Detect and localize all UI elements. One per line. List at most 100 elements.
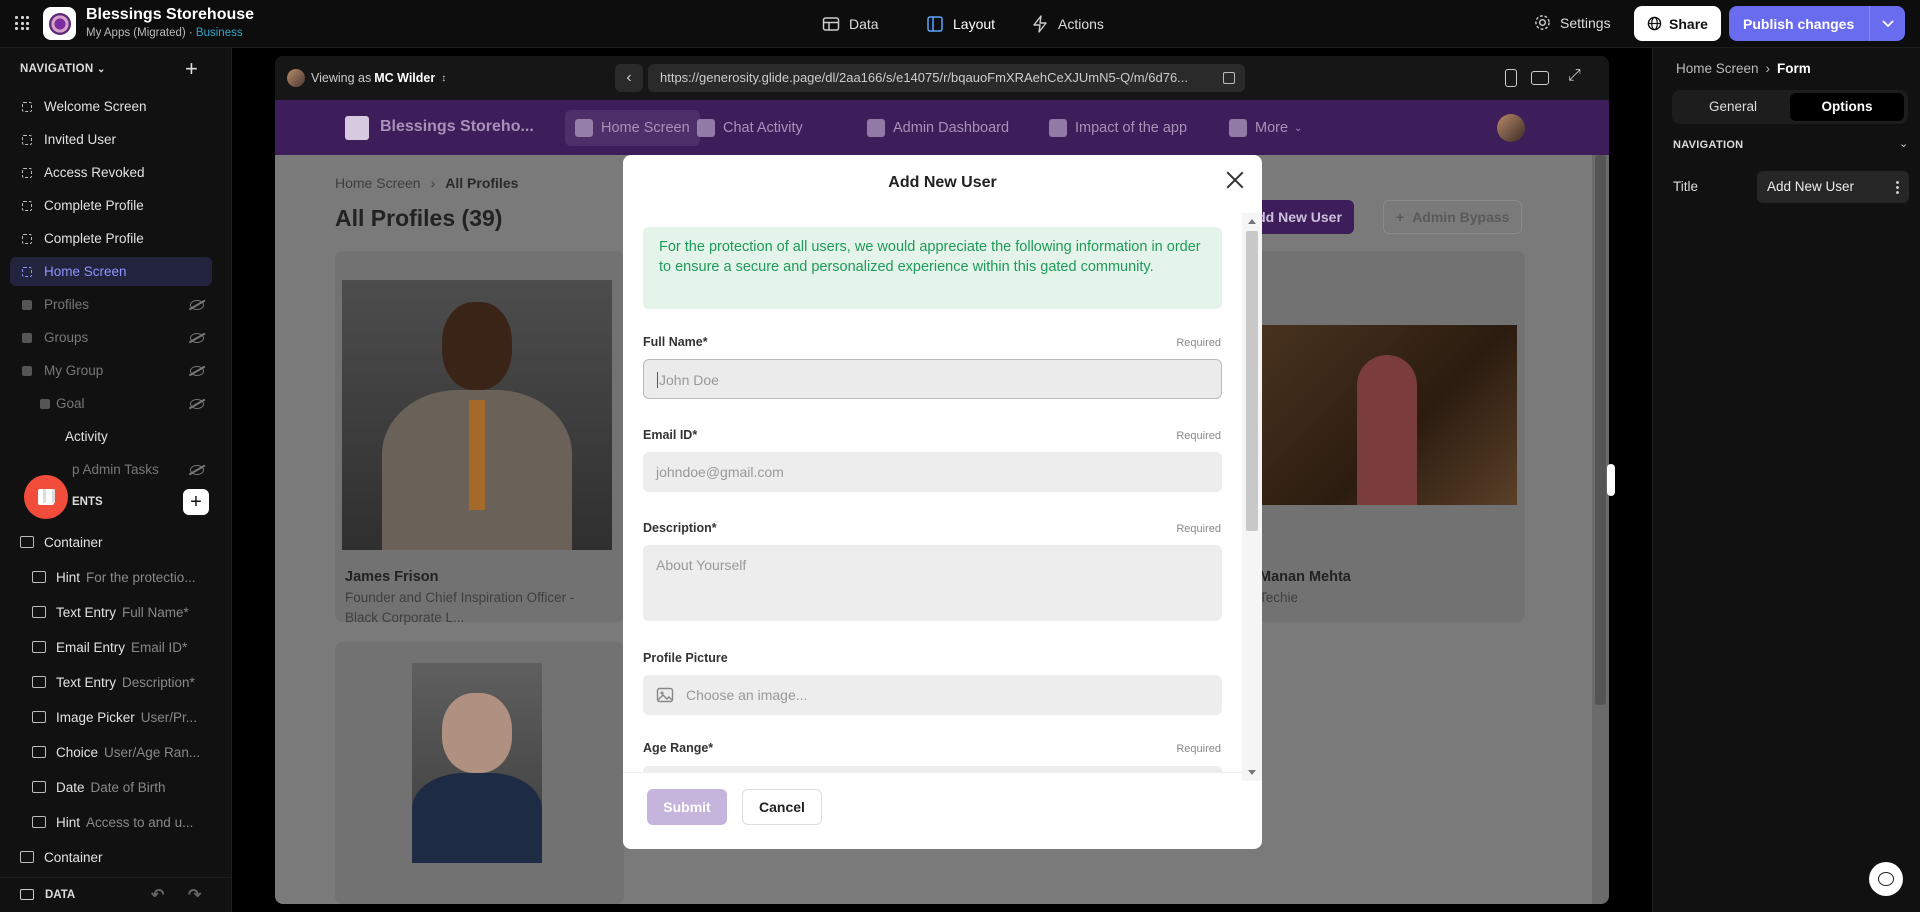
chat-support-button[interactable] — [1869, 862, 1903, 896]
submit-button[interactable]: Submit — [647, 789, 727, 825]
component-container-2[interactable]: Container — [20, 843, 103, 871]
title-input[interactable]: Add New User — [1757, 171, 1909, 203]
avatar — [287, 69, 305, 87]
eye-off-icon[interactable] — [190, 365, 204, 376]
profile-role: Founder and Chief Inspiration Officer - … — [345, 590, 575, 625]
tab-options[interactable]: Options — [1790, 93, 1904, 121]
publish-button[interactable]: Publish changes — [1729, 6, 1905, 41]
sidebar-item-complete-profile[interactable]: Complete Profile — [10, 191, 212, 220]
component-image-picker[interactable]: Image Picker User/Pr... — [32, 703, 197, 731]
tab-general[interactable]: General — [1676, 93, 1790, 121]
app-logo[interactable] — [43, 7, 76, 40]
tab-chat-activity[interactable]: Chat Activity — [687, 110, 813, 146]
pause-icon[interactable] — [43, 489, 55, 503]
chevron-down-icon[interactable] — [1869, 6, 1905, 41]
component-container[interactable]: Container — [20, 528, 103, 556]
navigation-header[interactable]: NAVIGATION ⌄ — [20, 63, 106, 75]
share-button[interactable]: Share — [1634, 6, 1721, 41]
external-link-icon[interactable] — [1223, 72, 1235, 84]
panel-breadcrumb: Home Screen › Form — [1676, 61, 1811, 76]
component-hint[interactable]: Hint For the protectio... — [32, 563, 196, 591]
admin-bypass-button[interactable]: + Admin Bypass — [1383, 200, 1523, 234]
hint-icon — [32, 571, 46, 583]
scroll-up-icon[interactable] — [1248, 219, 1256, 224]
breadcrumb-current: Form — [1777, 61, 1811, 76]
sidebar-item-groups[interactable]: Groups — [10, 323, 212, 352]
cancel-button[interactable]: Cancel — [742, 789, 822, 825]
component-type: Text Entry — [56, 674, 117, 690]
tab-impact[interactable]: Impact of the app — [1039, 110, 1197, 146]
description-textarea[interactable]: About Yourself — [643, 545, 1222, 621]
sidebar-item-activity[interactable]: Activity — [10, 422, 212, 451]
sidebar-item-welcome-screen[interactable]: Welcome Screen — [10, 92, 212, 121]
email-input[interactable]: johndoe@gmail.com — [643, 452, 1222, 492]
more-options-icon[interactable] — [1896, 180, 1899, 194]
navigation-section-header[interactable]: NAVIGATION — [1673, 139, 1743, 151]
component-date[interactable]: Date Date of Birth — [32, 773, 166, 801]
drag-handle-icon[interactable] — [40, 398, 50, 409]
sidebar-item-home-screen[interactable]: Home Screen — [10, 257, 212, 286]
tab-layout[interactable]: Layout — [926, 0, 995, 48]
screen-icon — [22, 167, 32, 178]
required-label: Required — [1176, 430, 1221, 442]
sidebar-item-complete-profile-2[interactable]: Complete Profile — [10, 224, 212, 253]
breadcrumb-parent[interactable]: Home Screen — [1676, 61, 1759, 76]
add-component-button[interactable]: + — [183, 489, 209, 515]
redo-icon[interactable]: ↷ — [188, 885, 201, 905]
breadcrumb-parent[interactable]: Home Screen — [335, 175, 421, 191]
sidebar-item-my-group[interactable]: My Group — [10, 356, 212, 385]
title-label: Title — [1673, 179, 1699, 194]
sidebar-item-access-revoked[interactable]: Access Revoked — [10, 158, 212, 187]
eye-off-icon[interactable] — [190, 299, 204, 310]
back-button[interactable]: ‹ — [615, 64, 643, 92]
undo-icon[interactable]: ↶ — [151, 885, 164, 905]
user-avatar[interactable] — [1497, 114, 1525, 142]
add-screen-icon[interactable]: + — [185, 58, 198, 80]
scroll-down-icon[interactable] — [1248, 770, 1256, 775]
component-choice[interactable]: Choice User/Age Ran... — [32, 738, 200, 766]
chevron-down-icon[interactable]: ⌄ — [1899, 137, 1908, 150]
sidebar-item-invited-user[interactable]: Invited User — [10, 125, 212, 154]
page-scrollbar[interactable] — [1592, 155, 1609, 904]
component-hint-2[interactable]: Hint Access to and u... — [32, 808, 193, 836]
settings-button[interactable]: Settings — [1534, 14, 1611, 31]
plan-badge: Business — [195, 27, 243, 39]
phone-icon[interactable] — [1505, 69, 1517, 87]
viewing-prefix: Viewing as — [311, 71, 372, 85]
sidebar-item-goal[interactable]: Goal — [10, 389, 212, 418]
expand-icon[interactable]: ⤢ — [1568, 67, 1581, 85]
component-text-entry-2[interactable]: Text Entry Description* — [32, 668, 195, 696]
full-name-input[interactable]: John Doe — [643, 359, 1222, 399]
sidebar-item-label: My Group — [44, 363, 104, 378]
brand-name[interactable]: Blessings Storeho... — [380, 118, 534, 136]
screen-icon — [22, 299, 32, 310]
tab-actions[interactable]: Actions — [1031, 0, 1104, 48]
eye-off-icon[interactable] — [190, 464, 204, 475]
sidebar-item-label: Profiles — [44, 297, 90, 312]
email-placeholder: johndoe@gmail.com — [656, 464, 784, 480]
tablet-icon[interactable] — [1531, 71, 1549, 85]
resize-handle[interactable] — [1607, 464, 1615, 496]
eye-off-icon[interactable] — [190, 332, 204, 343]
close-icon[interactable] — [1226, 171, 1244, 189]
data-label[interactable]: DATA — [45, 889, 75, 901]
tab-more[interactable]: More ⌄ — [1219, 110, 1312, 146]
app-title[interactable]: Blessings Storehouse — [86, 6, 254, 24]
tab-data[interactable]: Data — [822, 0, 879, 48]
profile-photo — [412, 663, 542, 863]
tab-admin-dashboard[interactable]: Admin Dashboard — [857, 110, 1019, 146]
sidebar-item-label: Complete Profile — [44, 198, 144, 213]
table-icon[interactable] — [20, 889, 34, 900]
apps-grid-icon[interactable] — [15, 16, 29, 30]
component-email-entry[interactable]: Email Entry Email ID* — [32, 633, 187, 661]
url-bar[interactable]: https://generosity.glide.page/dl/2aa166/… — [648, 64, 1245, 92]
eye-off-icon[interactable] — [190, 398, 204, 409]
required-label: Required — [1176, 337, 1221, 349]
viewing-as-selector[interactable]: Viewing as MC Wilder ↕ — [287, 69, 446, 87]
image-picker-input[interactable]: Choose an image... — [643, 675, 1222, 715]
sidebar-item-profiles[interactable]: Profiles — [10, 290, 212, 319]
component-text-entry[interactable]: Text Entry Full Name* — [32, 598, 189, 626]
title-value: Add New User — [1767, 179, 1855, 194]
dialog-scrollbar[interactable] — [1242, 213, 1262, 781]
tab-home-screen[interactable]: Home Screen — [565, 110, 700, 146]
